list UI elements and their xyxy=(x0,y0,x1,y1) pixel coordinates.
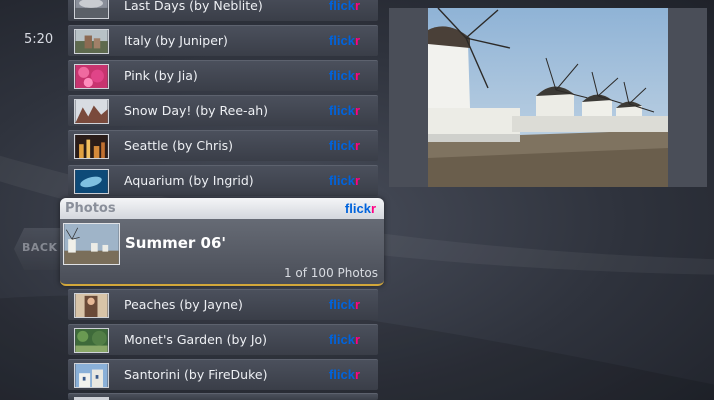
list-item-title: Italy (by Juniper) xyxy=(124,33,228,48)
list-item-title: Pink (by Jia) xyxy=(124,68,198,83)
list-item[interactable]: Seattle (by Chris) flickr xyxy=(68,130,378,161)
list-item[interactable]: Italy (by Juniper) flickr xyxy=(68,25,378,56)
flickr-logo: flickr xyxy=(328,68,360,83)
thumbnail-snow xyxy=(74,99,109,124)
card-header-label: Photos xyxy=(65,201,116,216)
flickr-logo: flickr xyxy=(328,367,360,382)
list-item[interactable]: Peaches (by Jayne) flickr xyxy=(68,289,378,320)
thumbnail-cloud xyxy=(74,0,109,19)
list-item-title: Santorini (by FireDuke) xyxy=(124,367,268,382)
flickr-logo: flickr xyxy=(328,138,360,153)
list-item[interactable]: Last Days (by Neblite) flickr xyxy=(68,0,378,21)
flickr-logo: flickr xyxy=(344,201,376,216)
list-item-title: Last Days (by Neblite) xyxy=(124,0,263,13)
clock: 5:20 xyxy=(24,32,54,47)
list-item-title: Snow Day! (by Ree-ah) xyxy=(124,103,269,118)
list-item-title: Peaches (by Jayne) xyxy=(124,297,243,312)
flickr-logo: flickr xyxy=(328,103,360,118)
photo-count: 1 of 100 Photos xyxy=(283,266,378,280)
flickr-logo: flickr xyxy=(328,173,360,188)
card-title: Summer 06' xyxy=(125,234,227,252)
list-item[interactable]: Pink (by Jia) flickr xyxy=(68,60,378,91)
thumbnail-pink xyxy=(74,64,109,89)
flickr-logo: flickr xyxy=(328,0,360,13)
list-item-title: Monet's Garden (by Jo) xyxy=(124,332,268,347)
list-item[interactable] xyxy=(68,393,378,400)
flickr-logo: flickr xyxy=(328,332,360,347)
thumbnail-garden xyxy=(74,328,109,353)
selected-photo-set[interactable]: Photos flickr Summer 06' 1 of 100 Photos xyxy=(60,198,384,286)
thumbnail-seattle xyxy=(74,134,109,159)
back-button-label: BACK xyxy=(22,241,58,254)
thumbnail-peaches xyxy=(74,293,109,318)
list-item-title: Seattle (by Chris) xyxy=(124,138,234,153)
flickr-logo: flickr xyxy=(328,297,360,312)
preview-photo-windmills xyxy=(428,8,668,187)
list-item[interactable]: Monet's Garden (by Jo) flickr xyxy=(68,324,378,355)
flickr-logo: flickr xyxy=(328,33,360,48)
list-item[interactable]: Santorini (by FireDuke) flickr xyxy=(68,359,378,390)
thumbnail-aquarium xyxy=(74,169,109,194)
thumbnail-santorini xyxy=(74,363,109,388)
card-header: Photos flickr xyxy=(60,198,384,219)
thumbnail-windmills xyxy=(63,223,120,265)
list-item[interactable]: Aquarium (by Ingrid) flickr xyxy=(68,165,378,196)
list-item-title: Aquarium (by Ingrid) xyxy=(124,173,254,188)
list-item[interactable]: Snow Day! (by Ree-ah) flickr xyxy=(68,95,378,126)
thumbnail-italy xyxy=(74,29,109,54)
